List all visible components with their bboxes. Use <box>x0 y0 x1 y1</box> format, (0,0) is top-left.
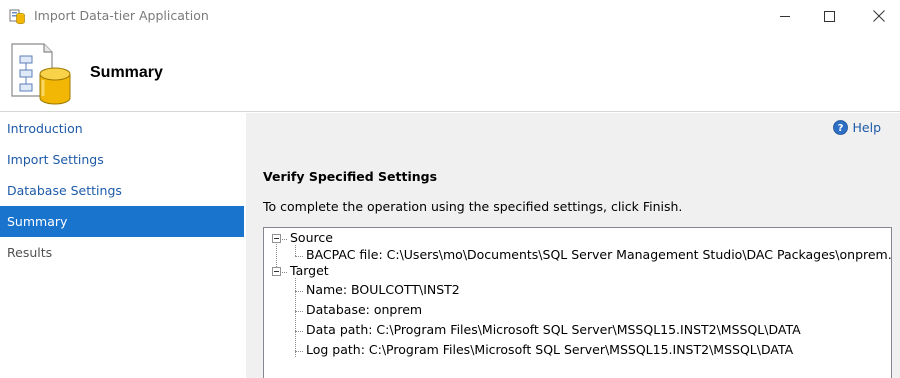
help-label: Help <box>852 120 882 135</box>
database-wizard-icon <box>11 43 71 105</box>
svg-text:?: ? <box>837 123 843 134</box>
close-icon <box>873 10 885 22</box>
collapse-source-icon[interactable] <box>272 234 281 243</box>
page-title: Summary <box>90 64 163 81</box>
window-title: Import Data-tier Application <box>34 8 209 23</box>
main-panel: ? Help Verify Specified Settings To comp… <box>246 113 900 378</box>
settings-tree[interactable]: Source BACPAC file: C:\Users\mo\Document… <box>263 227 892 378</box>
tree-item-log-path[interactable]: Log path: C:\Program Files\Microsoft SQL… <box>306 342 793 357</box>
maximize-icon <box>823 10 835 22</box>
nav-item-summary[interactable]: Summary <box>0 206 244 237</box>
help-button[interactable]: ? Help <box>832 120 882 135</box>
wizard-header: Summary <box>0 32 900 112</box>
tree-item-data-path[interactable]: Data path: C:\Program Files\Microsoft SQ… <box>306 322 801 337</box>
tree-item-name[interactable]: Name: BOULCOTT\INST2 <box>306 282 460 297</box>
wizard-nav: Introduction Import Settings Database Se… <box>0 113 244 378</box>
tree-item-bacpac-file[interactable]: BACPAC file: C:\Users\mo\Documents\SQL S… <box>306 247 891 262</box>
minimize-button[interactable] <box>762 0 808 32</box>
nav-item-results: Results <box>7 245 53 260</box>
close-button[interactable] <box>856 0 900 32</box>
nav-item-database-settings[interactable]: Database Settings <box>0 175 244 206</box>
nav-item-introduction[interactable]: Introduction <box>0 113 244 144</box>
maximize-button[interactable] <box>806 0 852 32</box>
collapse-target-icon[interactable] <box>272 267 281 276</box>
tree-item-database[interactable]: Database: onprem <box>306 302 422 317</box>
help-icon: ? <box>832 120 848 135</box>
instructions-text: To complete the operation using the spec… <box>263 199 683 214</box>
title-bar: Import Data-tier Application <box>0 0 900 32</box>
tree-node-target[interactable]: Target <box>290 263 329 278</box>
minimize-icon <box>779 15 790 17</box>
nav-item-import-settings[interactable]: Import Settings <box>0 144 244 175</box>
app-icon <box>9 9 25 25</box>
section-heading: Verify Specified Settings <box>263 169 438 184</box>
tree-node-source[interactable]: Source <box>290 230 333 245</box>
